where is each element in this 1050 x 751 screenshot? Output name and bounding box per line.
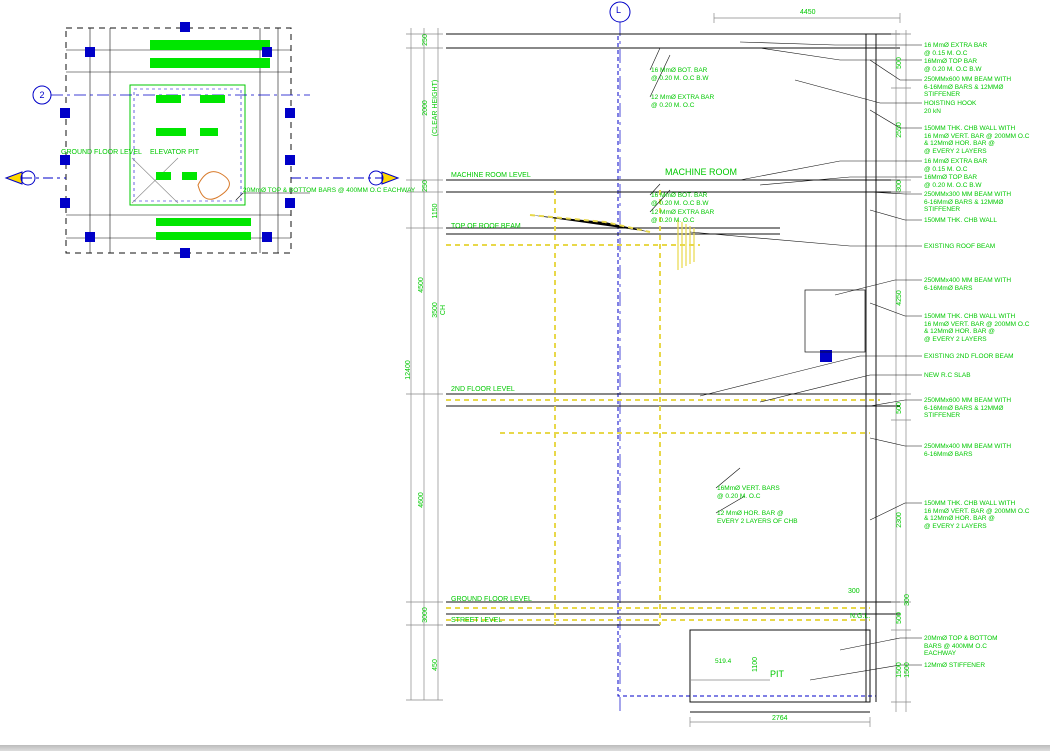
svg-text:2300: 2300 bbox=[896, 512, 903, 528]
dim-mid-1100: 1100 bbox=[752, 657, 760, 672]
right-note-15: 250MMx400 MM BEAM WITH6-16MmØ BARS bbox=[924, 443, 1011, 458]
svg-text:1500: 1500 bbox=[904, 662, 911, 678]
svg-text:1150: 1150 bbox=[432, 203, 439, 218]
right-note-3: HOISTING HOOK20 kN bbox=[924, 100, 976, 115]
right-note-18: 12MmØ STIFFENER bbox=[924, 662, 985, 670]
inner-note-5: 12 MmØ HOR. BAR @EVERY 2 LAYERS OF CHB bbox=[717, 510, 798, 525]
plan-ground-floor-label: GROUND FLOOR LEVEL bbox=[61, 149, 142, 157]
right-note-0: 16 MmØ EXTRA BAR@ 0.15 M. O.C bbox=[924, 42, 987, 57]
drawing-linework: 2 bbox=[0, 0, 1050, 751]
plan-view: 2 bbox=[6, 22, 398, 258]
inner-note-1: 12 MmØ EXTRA BAR@ 0.20 M. O.C bbox=[651, 94, 714, 109]
right-note-10: 250MMx400 MM BEAM WITH6-16MmØ BARS bbox=[924, 277, 1011, 292]
svg-text:250: 250 bbox=[422, 34, 429, 46]
svg-text:300: 300 bbox=[896, 180, 903, 192]
svg-text:4500: 4500 bbox=[418, 277, 425, 293]
svg-text:1500: 1500 bbox=[896, 662, 903, 678]
grid-marker-L: L bbox=[616, 6, 621, 14]
right-note-1: 16MmØ TOP BAR@ 0.20 M. O.C B.W bbox=[924, 58, 982, 73]
right-note-4: 150MM THK. CHB WALL WITH16 MmØ VERT. BAR… bbox=[924, 125, 1029, 155]
street-level-label: STREET LEVEL bbox=[451, 617, 502, 625]
right-note-8: 150MM THK. CHB WALL bbox=[924, 217, 997, 225]
second-floor-label: 2ND FLOOR LEVEL bbox=[451, 386, 515, 394]
right-note-14: 250MMx600 MM BEAM WITH6-16MmØ BARS & 12M… bbox=[924, 397, 1011, 420]
plan-pit-label: ELEVATOR PIT bbox=[150, 149, 199, 157]
right-note-9: EXISTING ROOF BEAM bbox=[924, 243, 995, 251]
svg-text:500: 500 bbox=[896, 57, 903, 69]
svg-text:4600: 4600 bbox=[418, 492, 425, 508]
svg-text:2: 2 bbox=[39, 90, 44, 100]
svg-text:450: 450 bbox=[432, 659, 439, 671]
machine-room-label: MACHINE ROOM bbox=[665, 168, 737, 176]
right-note-11: 150MM THK. CHB WALL WITH16 MmØ VERT. BAR… bbox=[924, 313, 1029, 343]
right-note-12: EXISTING 2ND FLOOR BEAM bbox=[924, 353, 1014, 361]
svg-text:12400: 12400 bbox=[405, 360, 412, 380]
right-note-7: 250MMx300 MM BEAM WITH6-16MmØ BARS & 12M… bbox=[924, 191, 1011, 214]
inner-note-0: 16 MmØ BOT. BAR@ 0.20 M. O.C B.W bbox=[651, 67, 709, 82]
svg-text:(CLEAR HEIGHT): (CLEAR HEIGHT) bbox=[432, 80, 439, 136]
svg-text:500: 500 bbox=[896, 402, 903, 414]
svg-text:CH: CH bbox=[440, 305, 447, 315]
dim-mid-300: 300 bbox=[848, 588, 860, 596]
svg-text:2000: 2000 bbox=[422, 100, 429, 116]
top-of-roof-beam-label: TOP OF ROOF BEAM bbox=[451, 223, 521, 231]
svg-text:300: 300 bbox=[904, 594, 911, 606]
svg-text:3500: 3500 bbox=[432, 302, 439, 318]
right-note-16: 150MM THK. CHB WALL WITH16 MmØ VERT. BAR… bbox=[924, 500, 1029, 530]
right-note-2: 250MMx600 MM BEAM WITH6-16MmØ BARS & 12M… bbox=[924, 76, 1011, 99]
ngl-label: N.G.L. bbox=[850, 613, 870, 621]
status-bar-shadow bbox=[0, 745, 1050, 751]
svg-text:500: 500 bbox=[896, 612, 903, 624]
inner-note-2: 16 MmØ BOT. BAR@ 0.20 M. O.C B.W bbox=[651, 192, 709, 207]
inner-note-3: 12 MmØ EXTRA BAR@ 0.20 M. O.C bbox=[651, 209, 714, 224]
right-note-17: 20MmØ TOP & BOTTOMBARS @ 400MM O.CEACHWA… bbox=[924, 635, 998, 658]
right-note-13: NEW R.C SLAB bbox=[924, 372, 971, 380]
svg-text:2550: 2550 bbox=[896, 122, 903, 138]
svg-text:3000: 3000 bbox=[422, 607, 429, 623]
ground-floor-label: GROUND FLOOR LEVEL bbox=[451, 596, 532, 604]
svg-text:4250: 4250 bbox=[896, 290, 903, 306]
inner-note-6: 519.4 bbox=[715, 658, 731, 666]
dim-bot-2764: 2764 bbox=[772, 715, 788, 723]
machine-room-level-label: MACHINE ROOM LEVEL bbox=[451, 172, 531, 180]
svg-text:250: 250 bbox=[422, 180, 429, 192]
right-note-5: 16 MmØ EXTRA BAR@ 0.15 M. O.C bbox=[924, 158, 987, 173]
inner-note-4: 16MmØ VERT. BARS@ 0.20 M. O.C bbox=[717, 485, 780, 500]
dim-top-4450: 4450 bbox=[800, 9, 816, 17]
pit-label: PIT bbox=[770, 670, 784, 678]
right-note-6: 16MmØ TOP BAR@ 0.20 M. O.C B.W bbox=[924, 174, 982, 189]
plan-callout: 20MmØ TOP & BOTTOM BARS @ 400MM O.C EACH… bbox=[243, 187, 415, 195]
